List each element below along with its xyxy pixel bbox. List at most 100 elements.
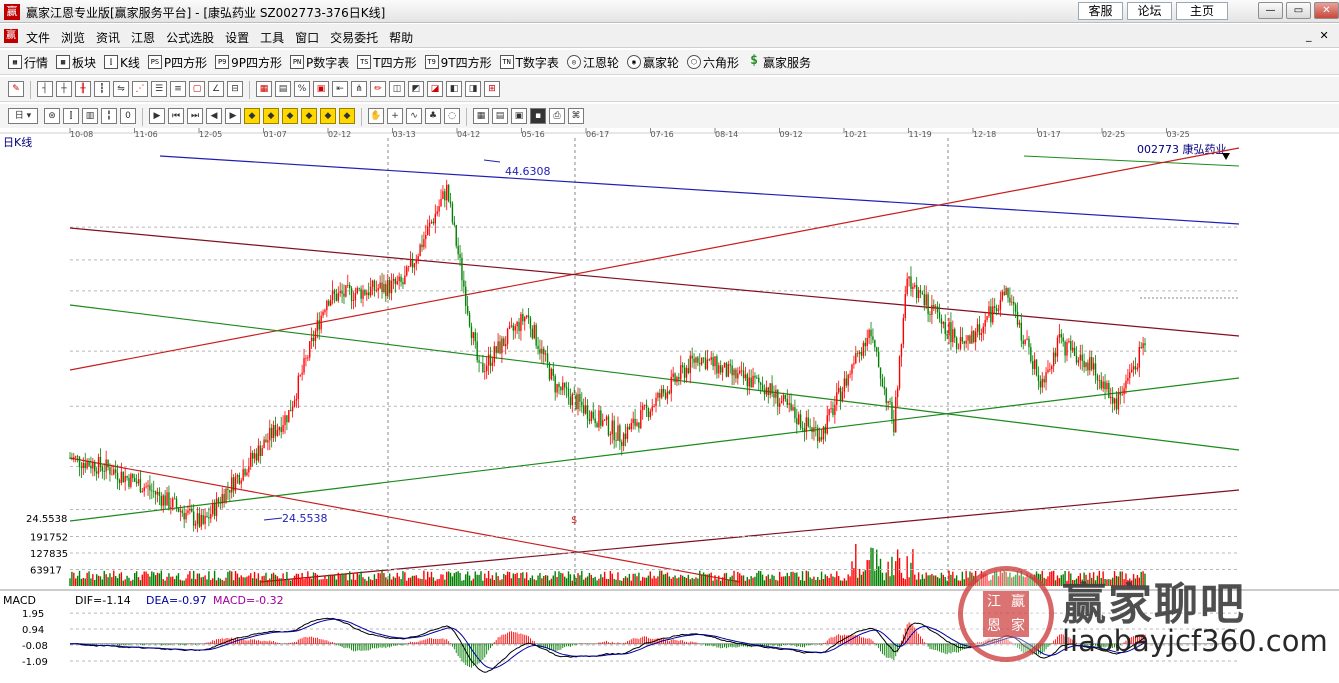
candle-body[interactable] [128,477,130,487]
candle-body[interactable] [474,332,476,342]
menu-item-6[interactable]: 工具 [260,29,284,46]
candle-body[interactable] [883,386,886,389]
candle-body[interactable] [959,337,962,349]
candle-body[interactable] [613,420,615,441]
candle-body[interactable] [204,515,206,524]
menu-item-7[interactable]: 窗口 [295,29,319,46]
diamond2-icon[interactable]: ◆ [263,108,279,124]
candle-body[interactable] [103,471,105,472]
candle-body[interactable] [270,427,273,439]
candle-body[interactable] [198,513,201,527]
candle-body[interactable] [780,401,783,404]
candle-body[interactable] [168,492,170,509]
candle-body[interactable] [1007,288,1009,298]
candle-body[interactable] [746,374,749,387]
candle-body[interactable] [426,226,429,236]
candle-body[interactable] [310,337,313,342]
pencil-icon[interactable]: ✏ [370,81,386,97]
candle-body[interactable] [255,453,258,461]
candle-body[interactable] [651,406,653,412]
candle-body[interactable] [329,300,332,306]
candle-body[interactable] [784,395,787,399]
candle-body[interactable] [126,475,128,478]
candle-body[interactable] [1085,362,1087,368]
candle-body[interactable] [552,368,554,376]
candle-body[interactable] [611,420,613,435]
candle-body[interactable] [1129,372,1131,378]
candle-body[interactable] [371,280,374,287]
candle-body[interactable] [518,321,520,331]
pen-icon[interactable]: ✎ [8,81,24,97]
close-button[interactable]: ✕ [1314,2,1339,19]
candle-body[interactable] [1104,381,1106,390]
candle-body[interactable] [179,510,182,512]
candle-body[interactable] [731,365,733,376]
candle-body[interactable] [446,184,448,201]
bars-icon[interactable]: ┤ [37,81,53,97]
toolbar-button-t9[interactable]: T9 9T四方形 [424,53,492,71]
candle-body[interactable] [573,394,575,395]
candle-body[interactable] [284,415,286,426]
candle-body[interactable] [767,387,769,395]
candle-body[interactable] [301,372,303,375]
candle-body[interactable] [807,417,809,427]
candle-body[interactable] [630,423,632,430]
candle-body[interactable] [166,492,168,506]
candle-small-icon[interactable]: ╏ [101,108,117,124]
candle-body[interactable] [227,488,229,490]
candle-body[interactable] [130,474,132,487]
candle-body[interactable] [333,290,336,294]
candle-body[interactable] [170,507,172,509]
candle-body[interactable] [809,426,811,428]
candle-body[interactable] [583,405,585,414]
candle-body[interactable] [600,410,602,426]
candle-body[interactable] [297,375,300,399]
first-icon[interactable]: ⏮ [168,108,184,124]
candle-body[interactable] [923,294,925,306]
candle-body[interactable] [560,387,562,391]
candle-body[interactable] [965,340,967,344]
candle-body[interactable] [999,299,1002,310]
candle-body[interactable] [1043,378,1045,383]
candle-body[interactable] [232,477,235,491]
candle-body[interactable] [680,365,682,380]
candle-body[interactable] [672,373,674,377]
candle-body[interactable] [132,474,134,479]
candle-body[interactable] [946,334,948,336]
candle-body[interactable] [847,374,849,386]
candle-body[interactable] [468,313,471,327]
candle-body[interactable] [891,402,893,420]
candle-body[interactable] [735,369,737,379]
candle-body[interactable] [476,341,478,361]
candle-body[interactable] [948,322,950,336]
candle-body[interactable] [815,427,817,429]
candle-body[interactable] [641,405,644,411]
candle-body[interactable] [328,300,330,306]
candle-body[interactable] [938,312,941,319]
candle-body[interactable] [282,425,284,432]
candle-body[interactable] [269,427,271,441]
candle-body[interactable] [849,373,851,375]
candle-body[interactable] [1037,375,1040,382]
candle-body[interactable] [373,280,376,291]
candle-body[interactable] [733,369,735,376]
candle-body[interactable] [915,285,918,299]
candle-body[interactable] [826,415,828,434]
candle-body[interactable] [211,502,214,515]
candle-body[interactable] [622,433,625,447]
candle-body[interactable] [257,445,260,461]
candle-body[interactable] [109,467,111,475]
candle-body[interactable] [76,456,79,458]
candle-body[interactable] [436,211,438,214]
candle-body[interactable] [750,377,752,388]
period-dropdown[interactable]: 日 ▾ [8,108,38,124]
candle-body[interactable] [189,508,191,511]
candle-body[interactable] [1123,388,1125,395]
candle-body[interactable] [457,245,459,255]
candle-body[interactable] [980,333,983,335]
candle-body[interactable] [691,355,693,359]
candle-body[interactable] [394,278,397,285]
candle-body[interactable] [444,191,446,201]
candle-body[interactable] [1140,346,1142,349]
candle-body[interactable] [379,282,381,289]
